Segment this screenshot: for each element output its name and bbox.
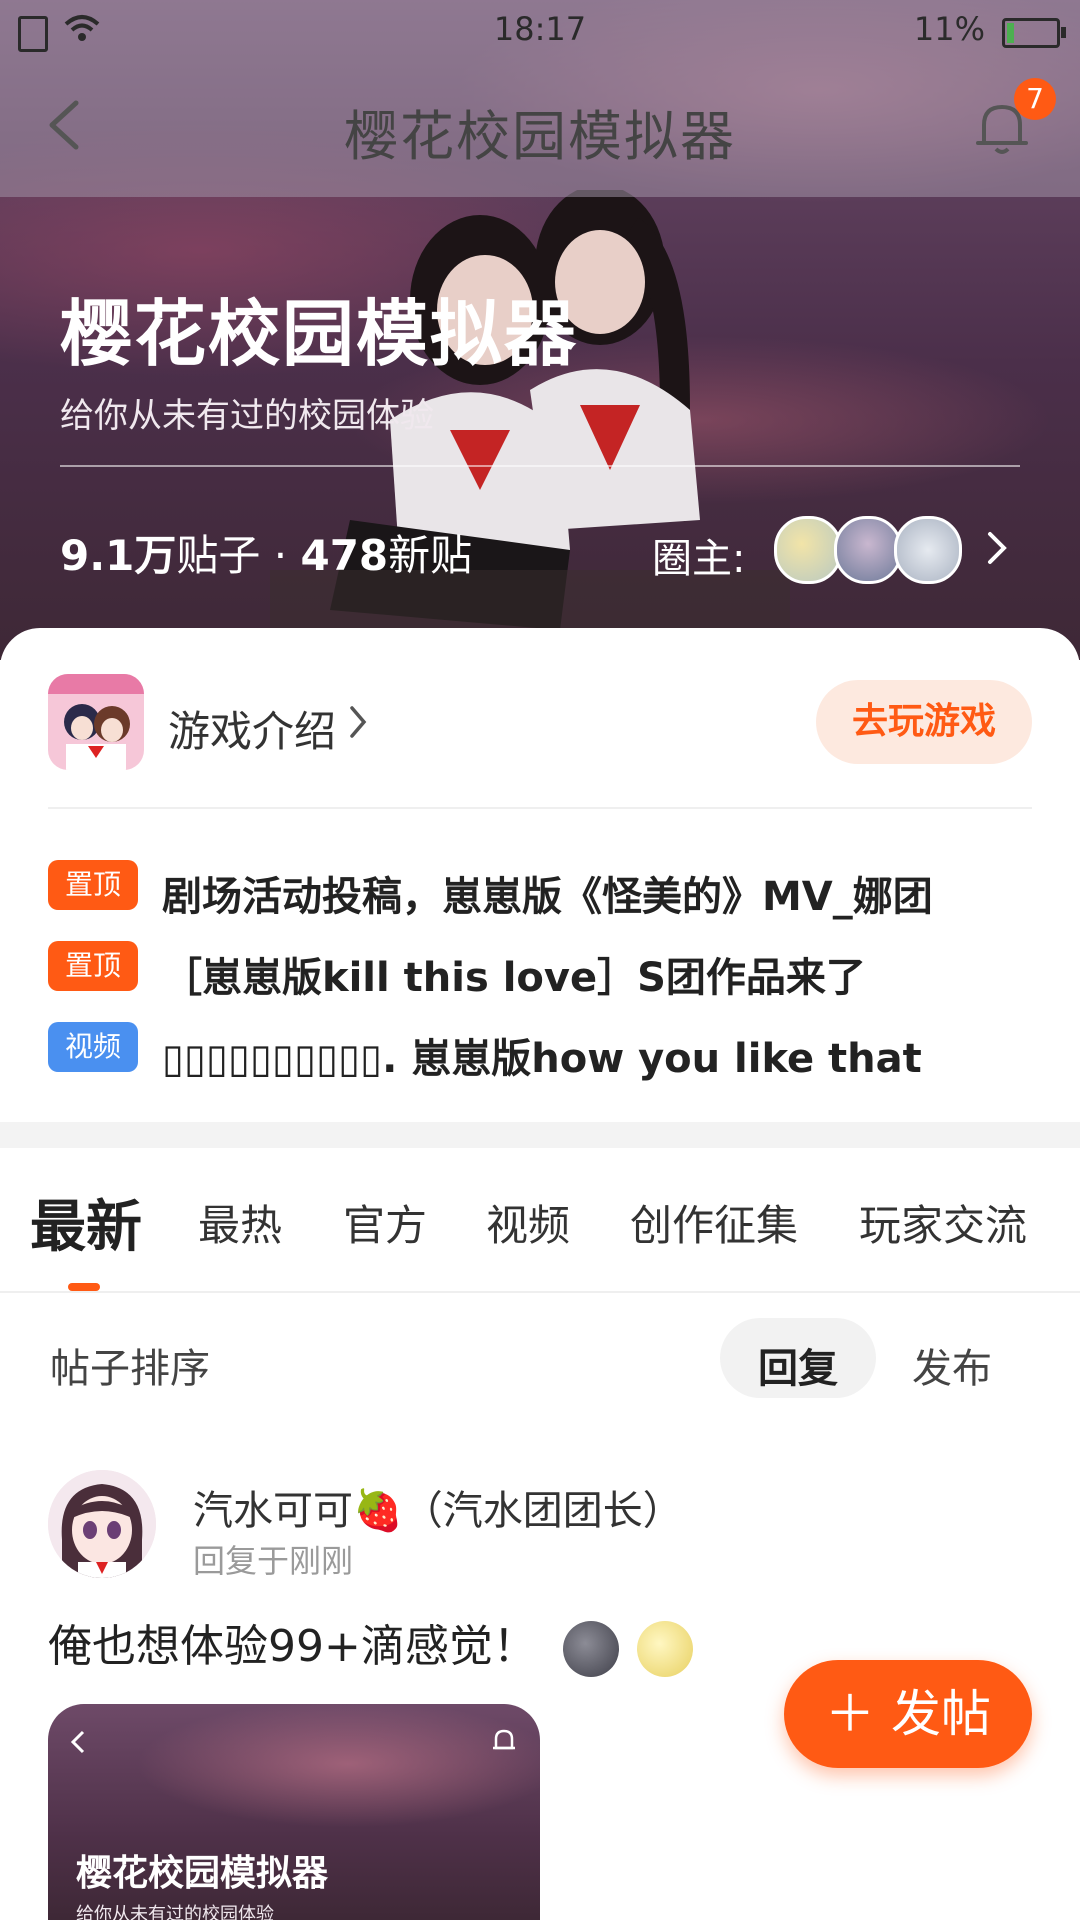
play-game-button[interactable]: 去玩游戏 [816,680,1032,764]
tab-official[interactable]: 官方 [343,1192,427,1253]
battery-percent: 11% [913,10,985,48]
hero-divider [60,465,1020,467]
new-moon-face-icon [562,1621,619,1677]
owner-avatar[interactable] [894,516,962,584]
bell-icon [493,1729,515,1750]
chevron-right-icon[interactable] [982,528,1012,568]
posts-count: 9.1万 [60,531,177,580]
pinned-tag: 置顶 [48,860,138,910]
game-intro-link[interactable]: 游戏介绍 [168,698,336,759]
card-divider [48,807,1032,809]
active-tab-indicator [68,1283,100,1291]
posts-label: 贴子 [176,531,261,580]
post-time: 回复于刚刚 [193,1542,354,1580]
tab-player-chat[interactable]: 玩家交流 [859,1192,1027,1253]
tab-latest[interactable]: 最新 [30,1182,142,1263]
pinned-tag: 置顶 [48,941,138,991]
feed-tabs: 最新 最热 官方 视频 创作征集 玩家交流 [0,1148,1080,1290]
section-separator [0,1122,1080,1148]
post-author[interactable]: 汽水可可🍓（汽水团团长） [193,1478,683,1536]
chevron-right-icon[interactable] [346,702,370,742]
new-post-button[interactable]: ＋ 发帖 [784,1660,1032,1768]
back-icon [70,1730,85,1754]
sort-reply-label[interactable]: 回复 [758,1336,838,1394]
tab-video[interactable]: 视频 [486,1192,570,1253]
full-moon-face-icon [636,1621,693,1677]
hero-subtitle: 给你从未有过的校园体验 [60,396,434,436]
sort-label: 帖子排序 [50,1346,210,1392]
nav-title: 樱花校园模拟器 [344,105,736,168]
pinned-post-title[interactable]: 剧场活动投稿，崽崽版《怪美的》MV_娜团 [162,864,933,922]
avatar[interactable] [48,1470,156,1578]
pinned-post-title[interactable]: ［崽崽版kill this love］S团作品来了 [162,945,866,1003]
new-posts-count: 478 [300,531,389,580]
tab-creation[interactable]: 创作征集 [630,1192,798,1253]
post-body[interactable]: 俺也想体验99+滴感觉！ [48,1610,693,1677]
post-image[interactable]: 樱花校园模拟器 给你从未有过的校园体验 [48,1704,540,1920]
battery-icon [1002,18,1066,48]
thumb-title: 樱花校园模拟器 [76,1853,329,1894]
new-posts-label: 新贴 [388,531,473,580]
post-text: 俺也想体验99+滴感觉！ [48,1621,537,1672]
video-post-title[interactable]: ▯▯▯▯▯▯▯▯▯▯. 崽崽版how you like that [162,1026,922,1084]
status-bar: 18:17 11% [0,6,1080,54]
sort-publish-button[interactable]: 发布 [912,1336,992,1394]
notification-badge: 7 [1014,78,1056,120]
hero-stats: 9.1万贴子 · 478新贴 [60,522,472,583]
hero-title: 樱花校园模拟器 [60,292,579,376]
thumb-subtitle: 给你从未有过的校园体验 [76,1904,274,1920]
video-tag: 视频 [48,1022,138,1072]
stats-separator: · [260,531,301,580]
owner-avatar[interactable] [774,516,842,584]
game-icon[interactable] [48,674,144,770]
tabs-divider [0,1291,1080,1293]
owner-label: 圈主: [652,536,746,582]
tab-hot[interactable]: 最热 [198,1192,282,1253]
owner-avatar[interactable] [834,516,902,584]
